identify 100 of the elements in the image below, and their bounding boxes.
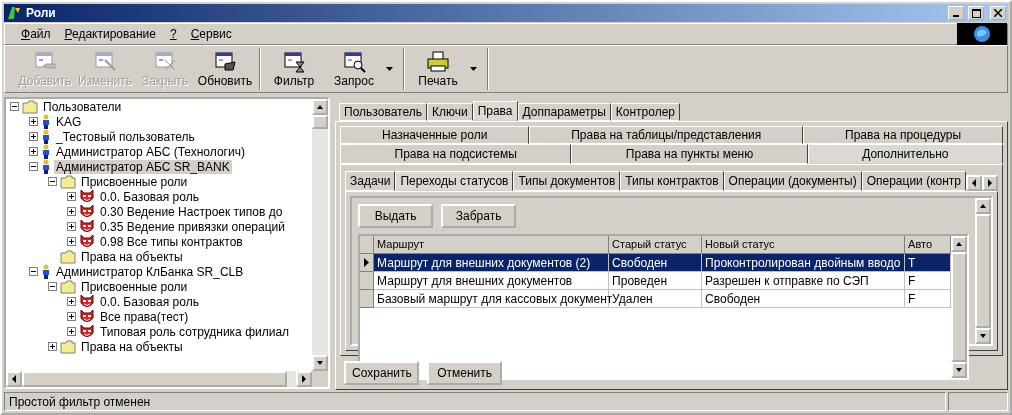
scroll-left-button[interactable] — [966, 175, 982, 191]
expand-toggle[interactable] — [67, 222, 76, 231]
close-button[interactable] — [990, 6, 1006, 20]
expand-toggle[interactable] — [67, 192, 76, 201]
scroll-up-button[interactable] — [951, 236, 967, 252]
expand-toggle[interactable] — [67, 297, 76, 306]
tree-item[interactable]: Права на объекты — [79, 249, 185, 264]
tree-item[interactable]: Присвоенные роли — [79, 174, 190, 189]
scroll-thumb[interactable] — [312, 115, 329, 129]
maximize-button[interactable] — [968, 6, 984, 20]
tab[interactable]: Права на таблицы/представления — [529, 126, 804, 144]
tab[interactable]: Типы контрактов — [620, 171, 724, 191]
column-header[interactable]: Старый статус — [609, 236, 703, 254]
tab[interactable]: Контролер — [610, 103, 681, 121]
table-hourglass-icon — [282, 50, 306, 74]
tree-item[interactable]: Администратор АБС SR_BANK — [54, 159, 232, 174]
row-indicator[interactable] — [360, 254, 375, 272]
scroll-right-button[interactable] — [296, 371, 313, 387]
expand-toggle[interactable] — [67, 237, 76, 246]
footer-button[interactable]: Сохранить — [344, 361, 420, 385]
column-header[interactable]: Маршрут — [374, 236, 610, 254]
status-text: Простой фильтр отменен — [4, 392, 946, 411]
collapse-toggle[interactable] — [29, 162, 38, 171]
plus-icon — [49, 343, 56, 350]
tab[interactable]: Права на процедуры — [803, 126, 1003, 144]
scroll-left-button[interactable] — [6, 371, 22, 387]
dropdown-arrow-icon[interactable] — [386, 67, 393, 71]
toolbar-button[interactable]: Печать — [408, 48, 468, 90]
toolbar-button[interactable]: Обновить — [195, 48, 255, 90]
scroll-down-button[interactable] — [312, 355, 329, 371]
toolbar-button[interactable]: Фильтр — [264, 48, 324, 90]
tab[interactable]: Типы документов — [513, 171, 621, 191]
scroll-down-button[interactable] — [975, 328, 991, 344]
tab[interactable]: Права на подсистемы — [340, 144, 572, 164]
expand-toggle[interactable] — [29, 117, 38, 126]
tree-item[interactable]: 0.35 Ведение привязки операций — [98, 219, 287, 234]
minimize-button[interactable] — [948, 6, 964, 20]
tab[interactable]: Права на пункты меню — [571, 144, 808, 164]
tab[interactable]: Операции (контр — [861, 171, 966, 191]
plus-icon — [68, 298, 75, 305]
menu-item[interactable]: Файл — [15, 25, 57, 43]
menu-item[interactable]: Сервис — [184, 25, 238, 43]
action-button[interactable]: Выдать — [358, 204, 434, 228]
tab[interactable]: Доппараметры — [517, 103, 611, 121]
arrow-right-icon — [300, 375, 309, 383]
scroll-thumb[interactable] — [951, 252, 967, 362]
collapse-toggle[interactable] — [48, 282, 57, 291]
tab[interactable]: Переходы статусов — [395, 171, 514, 191]
tree-item[interactable]: 0.0. Базовая роль — [98, 189, 201, 204]
menu-item[interactable]: Редактирование — [58, 25, 162, 43]
scroll-up-button[interactable] — [312, 99, 329, 115]
toolbar-button[interactable]: Запрос — [324, 48, 384, 90]
minus-icon — [30, 268, 37, 275]
dropdown-arrow-icon[interactable] — [470, 67, 477, 71]
collapse-toggle[interactable] — [29, 267, 38, 276]
expand-toggle[interactable] — [48, 342, 57, 351]
scroll-right-button[interactable] — [982, 175, 998, 191]
footer-button[interactable]: Отменить — [427, 361, 503, 385]
tree-item[interactable]: Типовая роль сотрудника филиал — [98, 324, 292, 339]
mask-icon — [79, 234, 95, 249]
tab[interactable]: Пользователь — [339, 103, 427, 121]
tree-item[interactable]: Администратор КлБанка SR_CLB — [54, 264, 246, 279]
scroll-thumb[interactable] — [22, 371, 287, 387]
folder-icon — [60, 249, 76, 264]
plus-icon — [68, 238, 75, 245]
column-header[interactable]: Авто — [905, 236, 951, 254]
collapse-toggle[interactable] — [48, 177, 57, 186]
tree-item[interactable]: 0.0. Базовая роль — [98, 294, 201, 309]
tree-item[interactable]: _Тестовый пользователь — [54, 129, 197, 144]
table-cell: Проконтролирован двойным вводо — [702, 254, 906, 272]
tab[interactable]: Дополнительно — [807, 144, 1003, 164]
tree-item[interactable]: KAG — [54, 114, 84, 129]
collapse-toggle[interactable] — [10, 102, 19, 111]
folder-icon — [60, 279, 76, 294]
tree-item[interactable]: 0.30 Ведение Настроек типов до — [98, 204, 285, 219]
minus-icon — [49, 283, 56, 290]
scroll-up-button[interactable] — [975, 198, 991, 214]
tab[interactable]: Назначенные роли — [340, 126, 530, 144]
tab[interactable]: Задачи — [345, 171, 396, 191]
expand-toggle[interactable] — [67, 327, 76, 336]
scroll-thumb[interactable] — [975, 214, 991, 328]
tree-item[interactable]: Права на объекты — [79, 339, 185, 354]
column-header[interactable]: Новый статус — [702, 236, 906, 254]
tree-item[interactable]: Все права(тест) — [98, 309, 191, 324]
tree-item[interactable]: 0.98 Все типы контрактов — [98, 234, 245, 249]
action-button[interactable]: Забрать — [441, 204, 517, 228]
menu-item[interactable]: ? — [163, 25, 183, 43]
expand-toggle[interactable] — [29, 147, 38, 156]
tree-item[interactable]: Администратор АБС (Технологич) — [54, 144, 247, 159]
tab[interactable]: Операции (документы) — [723, 171, 862, 191]
tab[interactable]: Права — [472, 101, 518, 121]
tab[interactable]: Ключи — [426, 103, 473, 121]
expand-toggle[interactable] — [67, 312, 76, 321]
expand-toggle[interactable] — [67, 207, 76, 216]
tree-item[interactable]: Присвоенные роли — [79, 279, 190, 294]
status-panel — [948, 392, 1008, 411]
table-cell: Проведен — [609, 272, 703, 290]
scroll-down-button[interactable] — [951, 362, 967, 378]
expand-toggle[interactable] — [29, 132, 38, 141]
tree-item[interactable]: Пользователи — [41, 99, 124, 114]
